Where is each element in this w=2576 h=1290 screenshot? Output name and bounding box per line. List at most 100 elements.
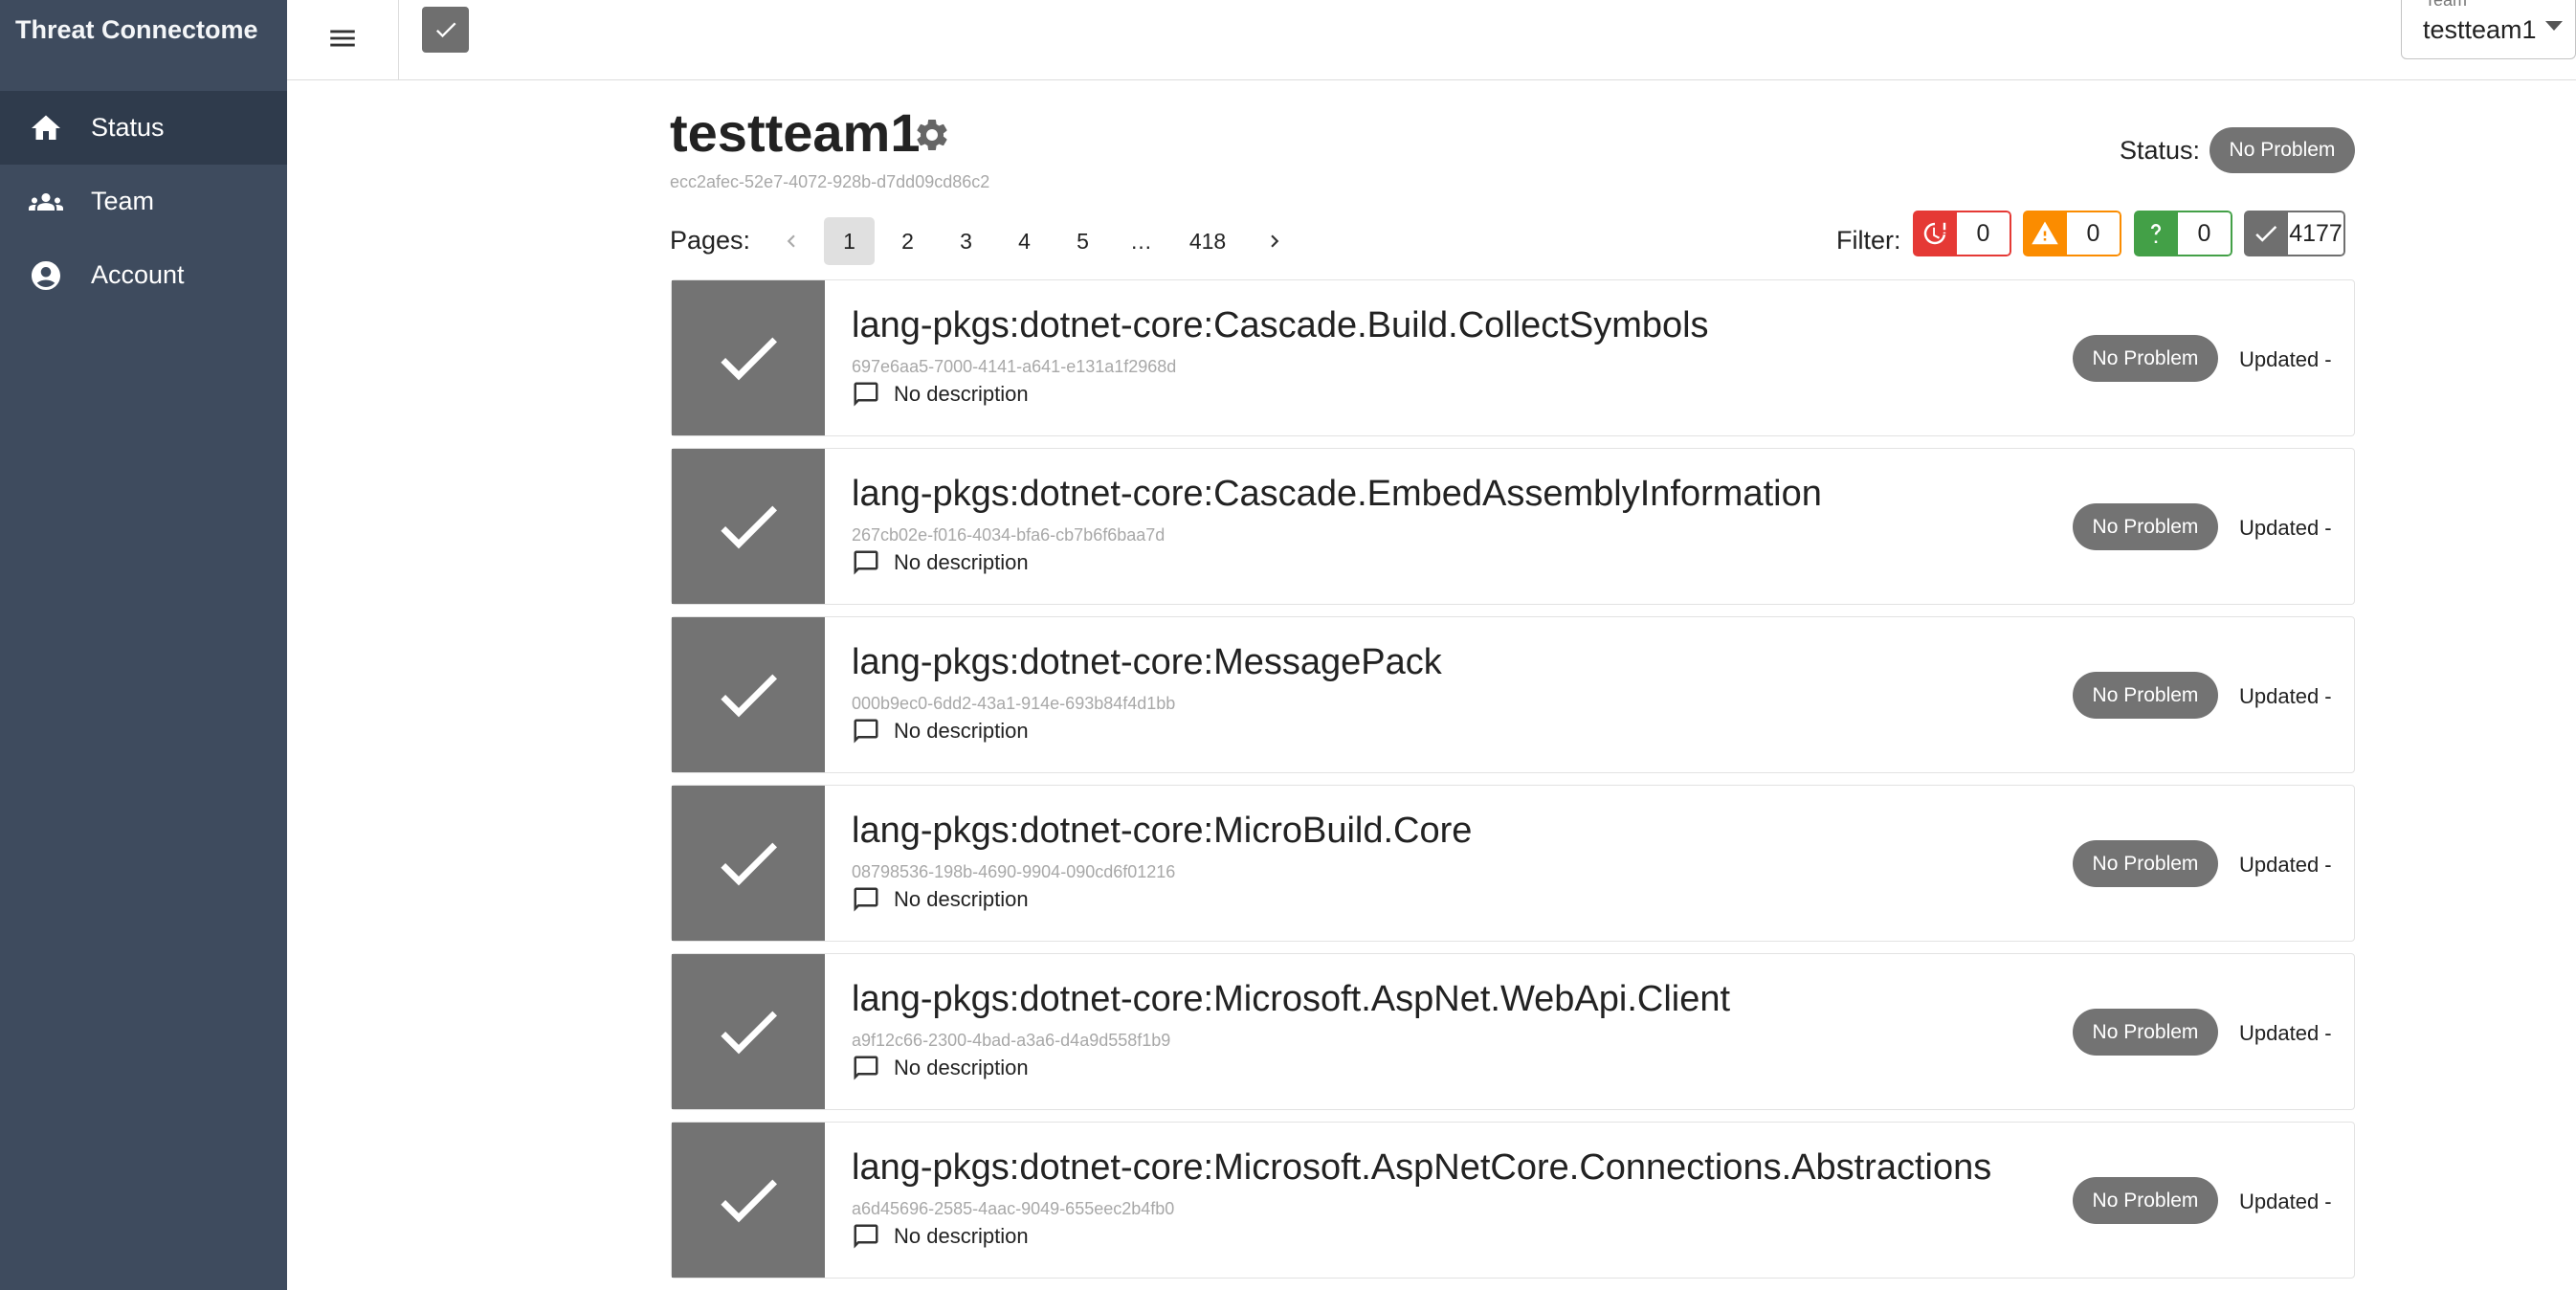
service-card-description-text: No description — [894, 887, 1029, 911]
top-bar: Team testteam1 — [287, 0, 2576, 80]
team-status-badge: No Problem — [2210, 127, 2355, 173]
topbar-divider — [398, 0, 399, 80]
sidebar-item-account[interactable]: Account — [0, 238, 287, 312]
check-icon — [672, 954, 825, 1109]
team-id: ecc2afec-52e7-4072-928b-d7dd09cd86c2 — [670, 172, 990, 191]
team-settings-button[interactable] — [913, 116, 951, 154]
service-card-description-text: No description — [894, 382, 1029, 406]
service-list: lang-pkgs:dotnet-core:Cascade.Build.Coll… — [671, 279, 2355, 1290]
filter-immediate-toggle[interactable]: 0 — [1913, 211, 2011, 256]
comment-icon — [854, 887, 878, 912]
service-card-status-badge: No Problem — [2073, 840, 2218, 887]
service-card-id: 697e6aa5-7000-4141-a641-e131a1f2968d — [852, 357, 1177, 376]
page-button-5[interactable]: 5 — [1057, 217, 1108, 265]
page-button-2[interactable]: 2 — [882, 217, 933, 265]
service-card-description-text: No description — [894, 719, 1029, 743]
chevron-right-icon — [1270, 234, 1278, 248]
team-select-value: testteam1 — [2423, 15, 2537, 44]
no-problem-toggle-button[interactable] — [422, 7, 469, 53]
service-card-description-text: No description — [894, 1224, 1029, 1248]
service-card[interactable]: lang-pkgs:dotnet-core:Microsoft.AspNetCo… — [671, 1122, 2355, 1279]
check-icon — [672, 786, 825, 941]
service-card-description: No description — [852, 717, 1029, 745]
service-card[interactable]: lang-pkgs:dotnet-core:Cascade.Build.Coll… — [671, 279, 2355, 436]
service-card-status-badge: No Problem — [2073, 672, 2218, 719]
previous-page-button[interactable] — [766, 217, 816, 265]
chevron-left-icon — [787, 234, 795, 248]
team-select[interactable]: Team testteam1 — [2401, 0, 2576, 59]
service-card-title: lang-pkgs:dotnet-core:Microsoft.AspNet.W… — [852, 979, 1731, 1019]
service-card-id: a6d45696-2585-4aac-9049-655eec2b4fb0 — [852, 1199, 1175, 1218]
question-icon — [2134, 211, 2178, 256]
service-card-description: No description — [852, 885, 1029, 914]
sidebar-item-label: Status — [91, 113, 165, 142]
filter-warning-count: 0 — [2067, 211, 2121, 256]
service-card-status-badge: No Problem — [2073, 1009, 2218, 1056]
service-card-title: lang-pkgs:dotnet-core:MicroBuild.Core — [852, 811, 1473, 851]
filter-immediate-count: 0 — [1957, 211, 2011, 256]
service-card-updated: Updated - — [2239, 684, 2332, 708]
filter-no-problem-toggle[interactable]: 4177 — [2244, 211, 2345, 256]
gear-icon — [917, 119, 947, 150]
sidebar-item-status[interactable]: Status — [0, 91, 287, 165]
pages-label: Pages: — [670, 226, 751, 255]
service-card-description: No description — [852, 1054, 1029, 1082]
filter-label: Filter: — [1836, 226, 1901, 255]
page-title: testteam1 — [670, 102, 921, 163]
check-icon — [2244, 211, 2288, 256]
comment-icon — [854, 1224, 878, 1249]
service-card-id: 000b9ec0-6dd2-43a1-914e-693b84f4d1bb — [852, 694, 1176, 713]
service-card-id: 08798536-198b-4690-9904-090cd6f01216 — [852, 862, 1176, 881]
warning-icon — [2023, 211, 2067, 256]
app-title: Threat Connectome — [15, 15, 258, 44]
pagination: 1 2 3 4 5 … 418 — [766, 217, 1307, 265]
next-page-button[interactable] — [1249, 217, 1299, 265]
service-card[interactable]: lang-pkgs:dotnet-core:Microsoft.AspNet.W… — [671, 953, 2355, 1110]
check-icon — [672, 280, 825, 435]
service-card[interactable]: lang-pkgs:dotnet-core:MessagePack 000b9e… — [671, 616, 2355, 773]
page-ellipsis: … — [1130, 228, 1152, 254]
check-icon — [435, 22, 455, 38]
service-card-updated: Updated - — [2239, 853, 2332, 877]
alarm-alert-icon — [1913, 211, 1957, 256]
menu-button[interactable] — [316, 11, 369, 65]
service-card-description: No description — [852, 1222, 1029, 1251]
service-card[interactable]: lang-pkgs:dotnet-core:MicroBuild.Core 08… — [671, 785, 2355, 942]
page-button-3[interactable]: 3 — [941, 217, 991, 265]
service-card-title: lang-pkgs:dotnet-core:Microsoft.AspNetCo… — [852, 1147, 1992, 1188]
comment-icon — [854, 550, 878, 575]
comment-icon — [854, 1056, 878, 1080]
menu-icon — [330, 30, 355, 47]
service-card[interactable]: lang-pkgs:dotnet-core:Cascade.EmbedAssem… — [671, 448, 2355, 605]
comment-icon — [854, 719, 878, 744]
page-button-1[interactable]: 1 — [824, 217, 875, 265]
page-button-last[interactable]: 418 — [1174, 217, 1241, 265]
filter-no-problem-count: 4177 — [2288, 211, 2345, 256]
sidebar-item-label: Team — [91, 187, 155, 215]
service-card-updated: Updated - — [2239, 516, 2332, 540]
filter-unknown-toggle[interactable]: 0 — [2134, 211, 2232, 256]
comment-icon — [854, 382, 878, 407]
sidebar-item-team[interactable]: Team — [0, 165, 287, 238]
service-card-status-badge: No Problem — [2073, 335, 2218, 382]
service-card-updated: Updated - — [2239, 1021, 2332, 1045]
filter-warning-toggle[interactable]: 0 — [2023, 211, 2121, 256]
service-card-description: No description — [852, 548, 1029, 577]
status-label: Status: — [2120, 136, 2201, 165]
service-card-title: lang-pkgs:dotnet-core:Cascade.EmbedAssem… — [852, 474, 1822, 514]
sidebar-item-label: Account — [91, 260, 185, 289]
service-card-id: a9f12c66-2300-4bad-a3a6-d4a9d558f1b9 — [852, 1031, 1171, 1050]
service-card-description-text: No description — [894, 1056, 1029, 1079]
filter-unknown-count: 0 — [2178, 211, 2232, 256]
home-icon — [0, 111, 91, 145]
groups-icon — [0, 185, 91, 219]
service-card-title: lang-pkgs:dotnet-core:MessagePack — [852, 642, 1442, 682]
service-card-updated: Updated - — [2239, 1190, 2332, 1213]
service-card-status-badge: No Problem — [2073, 1177, 2218, 1224]
check-icon — [672, 617, 825, 772]
service-card-description: No description — [852, 380, 1029, 409]
caret-down-icon — [2545, 21, 2563, 31]
account-circle-icon — [0, 258, 91, 293]
page-button-4[interactable]: 4 — [999, 217, 1050, 265]
check-icon — [672, 1123, 825, 1278]
